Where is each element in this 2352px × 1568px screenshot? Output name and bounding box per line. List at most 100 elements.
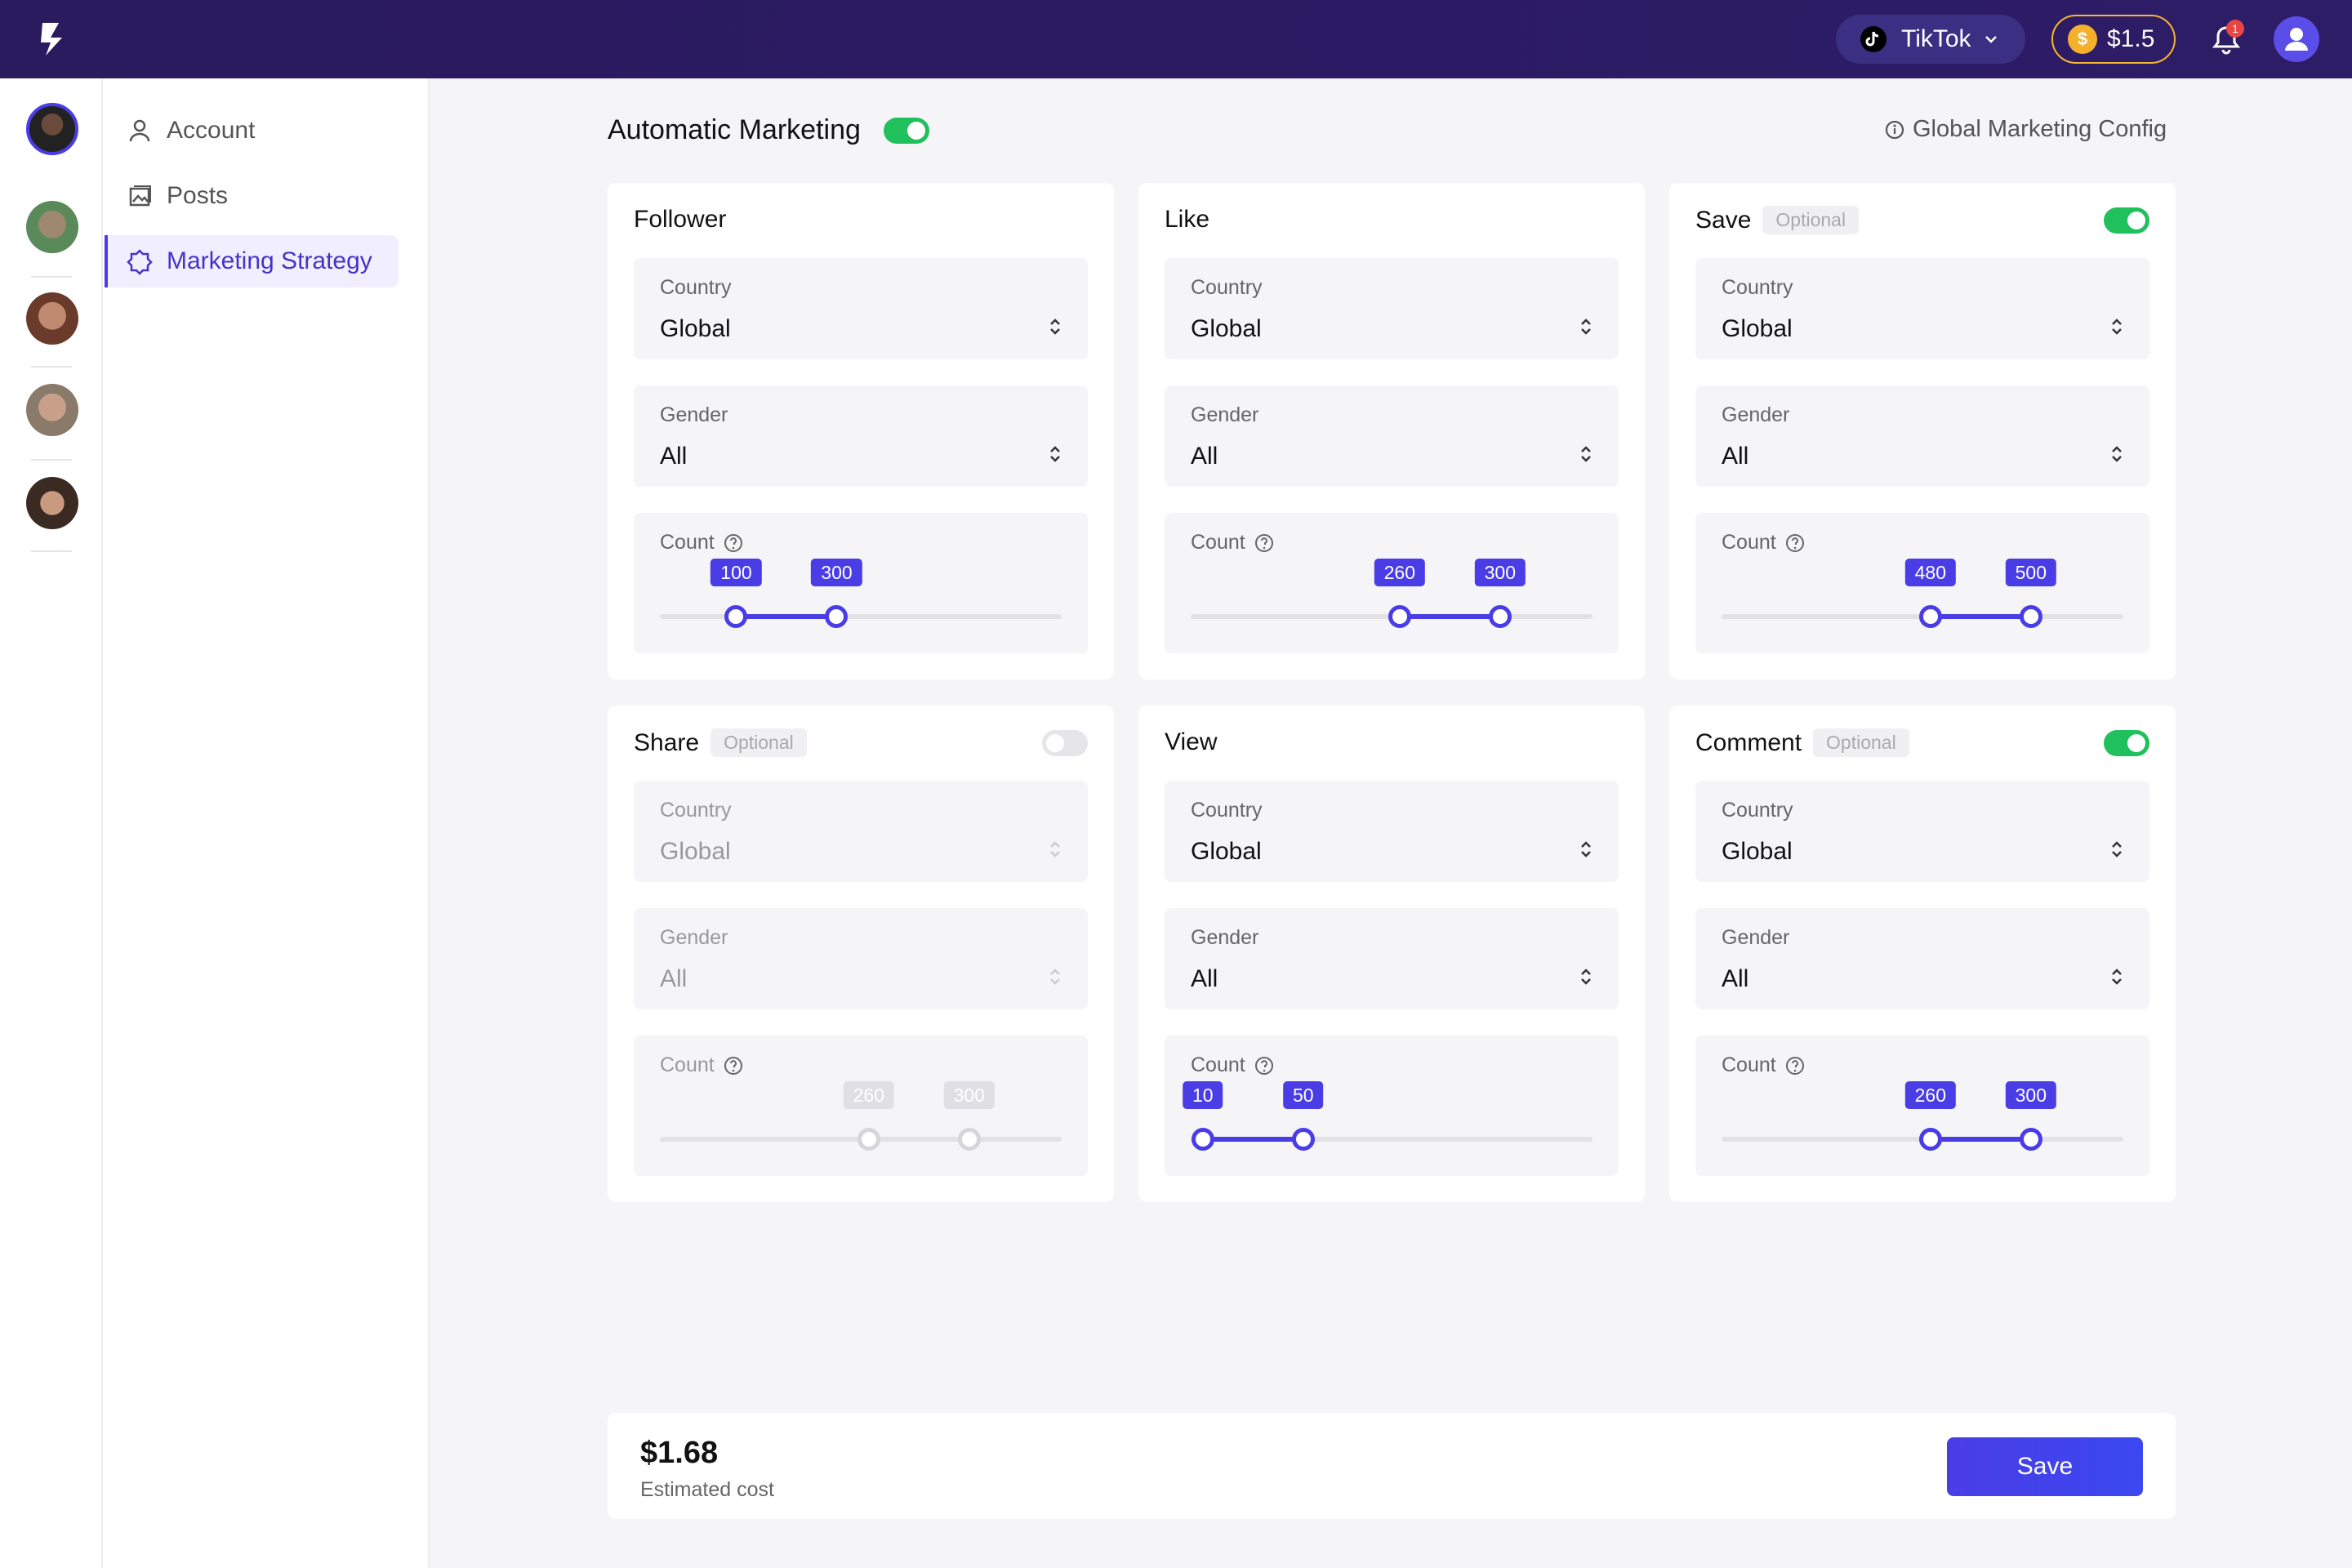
like-card: Like Country Global Gender All Count 260 300	[1138, 183, 1645, 679]
save-toggle[interactable]	[2104, 207, 2149, 234]
count-range: Count 480 500	[1695, 513, 2149, 653]
slider-min-value: 260	[1374, 559, 1426, 586]
country-select[interactable]: Country Global	[634, 258, 1088, 359]
slider-min-value: 10	[1182, 1081, 1223, 1109]
count-slider[interactable]: 260 300	[1722, 1081, 2123, 1151]
card-title: Like	[1165, 206, 1209, 234]
slider-max-handle[interactable]: 300	[1474, 559, 1526, 628]
country-select[interactable]: Country Global	[1165, 781, 1619, 882]
country-select[interactable]: Country Global	[1165, 258, 1619, 359]
count-range: Count 260 300	[1165, 513, 1619, 653]
country-select[interactable]: Country Global	[1695, 781, 2149, 882]
chevron-down-icon	[1984, 36, 1997, 43]
platform-selector[interactable]: TikTok	[1836, 15, 2025, 64]
gender-value: All	[1191, 965, 1218, 992]
automatic-marketing-toggle[interactable]	[884, 118, 929, 144]
gender-select[interactable]: Gender All	[1165, 385, 1619, 487]
account-rail	[0, 78, 103, 1568]
sidebar-item-posts[interactable]: Posts	[105, 170, 399, 222]
slider-max-handle[interactable]: 300	[811, 559, 862, 628]
select-arrows-icon	[1581, 446, 1591, 462]
slider-max-handle[interactable]: 500	[2005, 559, 2057, 628]
country-value: Global	[1722, 315, 1793, 342]
slider-min-handle[interactable]: 260	[1374, 559, 1426, 628]
gender-select[interactable]: Gender All	[634, 385, 1088, 487]
card-title: Save Optional	[1695, 206, 1860, 234]
user-avatar[interactable]	[2274, 16, 2319, 62]
slider-max-handle[interactable]: 300	[943, 1081, 996, 1151]
account-avatar-1[interactable]	[26, 103, 78, 155]
gender-value: All	[1722, 443, 1749, 470]
global-marketing-config-link[interactable]: Global Marketing Config	[1883, 116, 2167, 143]
select-arrows-icon	[1050, 841, 1060, 858]
slider-min-value: 260	[843, 1081, 895, 1109]
save-card: Save Optional Country Global Gender All Count 4…	[1669, 183, 2176, 679]
count-slider[interactable]: 480 500	[1722, 559, 2123, 628]
card-title-text: Comment	[1695, 728, 1802, 756]
count-label: Count	[1722, 531, 1806, 555]
slider-fill	[1202, 1137, 1303, 1142]
count-slider[interactable]: 100 300	[660, 559, 1062, 628]
share-toggle[interactable]	[1042, 730, 1088, 756]
app-logo-icon[interactable]	[34, 20, 70, 59]
card-title-text: Follower	[634, 206, 727, 233]
sidebar: Account Posts Marketing Strategy	[103, 78, 430, 1568]
country-value: Global	[660, 838, 731, 865]
slider-max-handle[interactable]: 50	[1282, 1081, 1324, 1151]
country-value: Global	[660, 315, 731, 342]
slider-min-handle[interactable]: 10	[1182, 1081, 1223, 1151]
account-avatar-3[interactable]	[26, 292, 78, 345]
balance-pill[interactable]: $ $1.5	[2051, 15, 2176, 64]
page-title: Automatic Marketing	[608, 114, 861, 145]
count-slider[interactable]: 260 300	[660, 1081, 1062, 1151]
help-icon[interactable]	[723, 1055, 744, 1076]
comment-card: Comment Optional Country Global Gender All Cou…	[1669, 706, 2176, 1202]
notification-badge: 1	[2226, 20, 2244, 38]
help-icon[interactable]	[1254, 1055, 1275, 1076]
help-icon[interactable]	[1784, 1055, 1806, 1076]
info-icon	[1885, 120, 1904, 139]
comment-toggle[interactable]	[2104, 730, 2149, 756]
count-label-text: Count	[1191, 531, 1245, 554]
sidebar-item-account[interactable]: Account	[105, 105, 399, 157]
select-arrows-icon	[1050, 446, 1060, 462]
country-value: Global	[1191, 838, 1262, 865]
account-avatar-4[interactable]	[26, 384, 78, 436]
country-label: Country	[1191, 799, 1263, 822]
select-arrows-icon	[2112, 841, 2122, 858]
slider-min-handle[interactable]: 260	[1904, 1081, 1957, 1151]
gender-value: All	[660, 443, 688, 470]
slider-max-handle[interactable]: 300	[2005, 1081, 2057, 1151]
sidebar-item-label: Marketing Strategy	[167, 247, 372, 274]
account-avatar-5[interactable]	[26, 477, 78, 529]
help-icon[interactable]	[1784, 532, 1806, 554]
gender-select[interactable]: Gender All	[1165, 908, 1619, 1009]
tiktok-icon	[1860, 26, 1886, 52]
slider-max-value: 300	[943, 1081, 996, 1109]
sidebar-item-marketing-strategy[interactable]: Marketing Strategy	[105, 235, 399, 287]
help-icon[interactable]	[723, 532, 744, 554]
slider-min-handle[interactable]: 100	[710, 559, 762, 628]
count-range: Count 260 300	[1695, 1036, 2149, 1176]
count-label-text: Count	[1722, 1054, 1776, 1076]
share-card: Share Optional Country Global Gender All Count…	[608, 706, 1114, 1202]
slider-min-handle[interactable]: 480	[1904, 559, 1957, 628]
select-arrows-icon	[2112, 446, 2122, 462]
slider-min-handle[interactable]: 260	[843, 1081, 895, 1151]
gender-label: Gender	[1191, 403, 1259, 426]
gender-select[interactable]: Gender All	[1695, 385, 2149, 487]
country-select[interactable]: Country Global	[634, 781, 1088, 882]
count-slider[interactable]: 260 300	[1191, 559, 1592, 628]
account-avatar-2[interactable]	[26, 201, 78, 253]
global-config-label: Global Marketing Config	[1913, 116, 2167, 142]
gender-label: Gender	[1722, 926, 1790, 949]
sidebar-item-label: Posts	[167, 182, 229, 209]
platform-label: TikTok	[1901, 25, 1971, 52]
gender-select[interactable]: Gender All	[634, 908, 1088, 1009]
gender-select[interactable]: Gender All	[1695, 908, 2149, 1009]
help-icon[interactable]	[1254, 532, 1275, 554]
slider-min-value: 100	[710, 559, 762, 586]
save-button[interactable]: Save	[1947, 1437, 2143, 1496]
country-select[interactable]: Country Global	[1695, 258, 2149, 359]
count-slider[interactable]: 10 50	[1182, 1081, 1592, 1151]
